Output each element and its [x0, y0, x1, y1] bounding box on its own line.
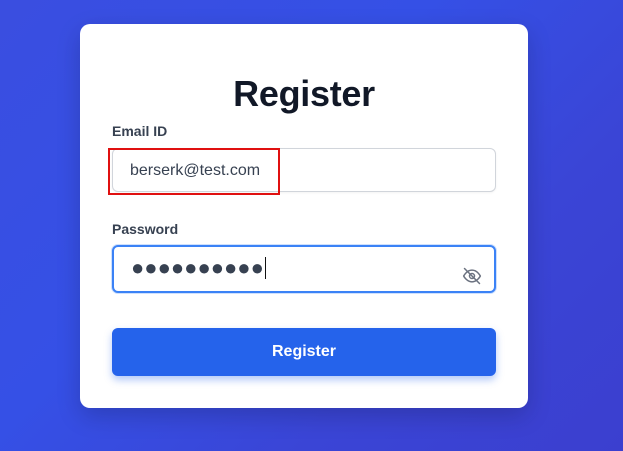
register-button[interactable]: Register	[112, 328, 496, 376]
eye-slash-icon[interactable]	[462, 266, 482, 286]
password-field[interactable]: ●●●●●●●●●●	[112, 245, 496, 293]
page-title: Register	[233, 73, 375, 114]
email-field[interactable]: berserk@test.com	[112, 148, 496, 192]
text-caret	[264, 257, 266, 279]
password-label: Password	[112, 221, 179, 237]
email-value: berserk@test.com	[130, 162, 261, 179]
email-label: Email ID	[112, 123, 168, 139]
register-card: Register Email ID berserk@test.com Passw…	[80, 24, 528, 408]
password-value: ●●●●●●●●●●	[131, 255, 266, 280]
